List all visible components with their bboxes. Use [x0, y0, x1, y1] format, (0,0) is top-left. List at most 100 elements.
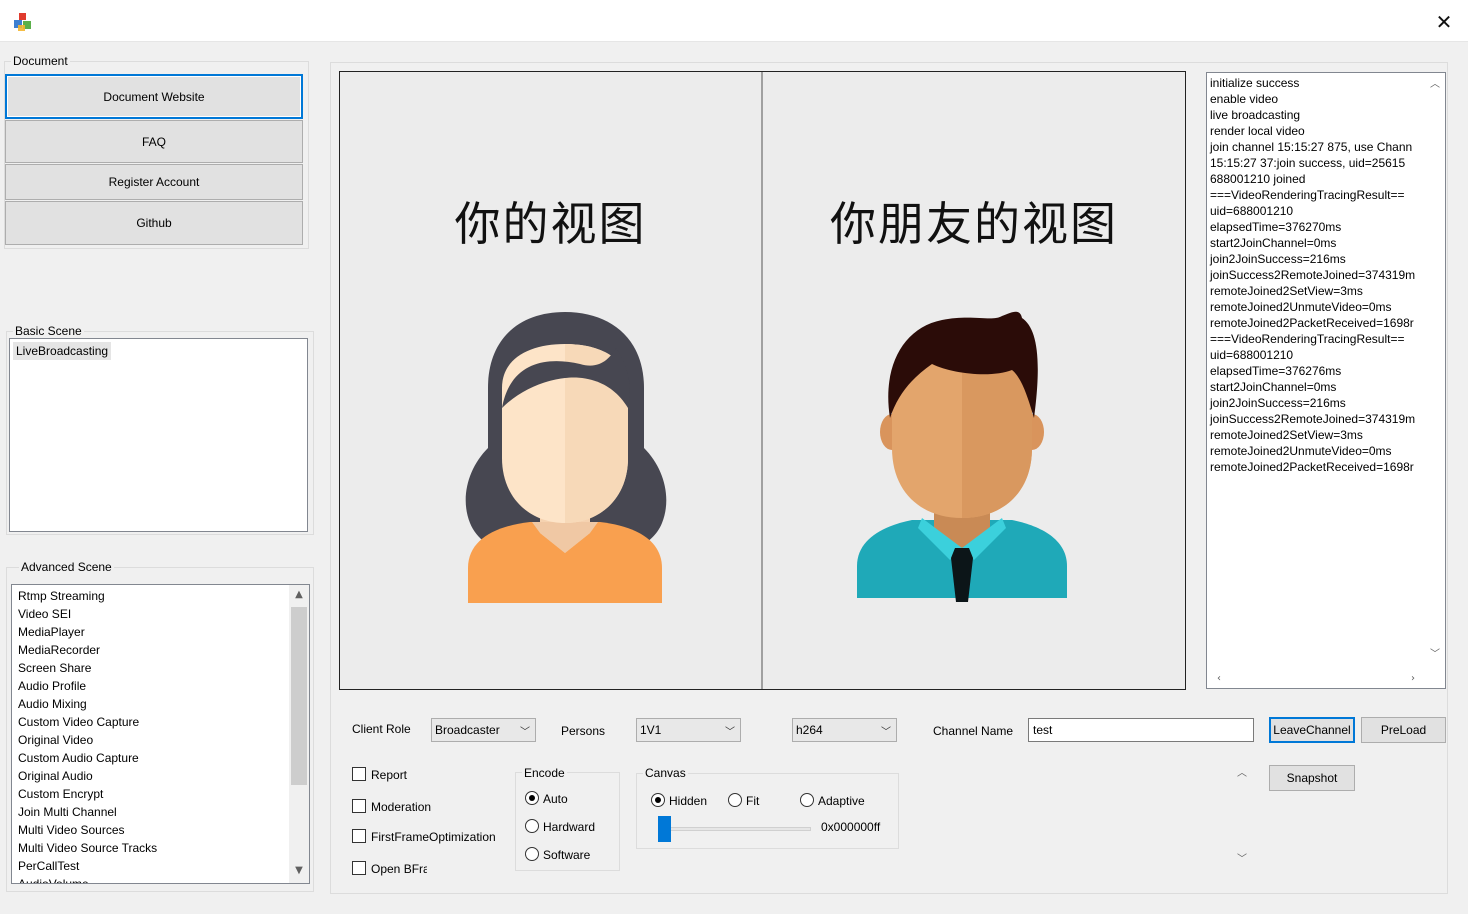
moderation-label: Moderation [371, 800, 432, 814]
woman-avatar-icon [465, 312, 667, 603]
remote-video-panel: 你朋友的视图 [763, 188, 1185, 254]
radio-button[interactable] [525, 847, 539, 861]
scroll-up-icon[interactable]: ︿ [1425, 77, 1445, 93]
list-item[interactable]: Audio Mixing [12, 695, 288, 713]
list-item[interactable]: Screen Share [12, 659, 288, 677]
list-item[interactable]: Multi Video Sources [12, 821, 288, 839]
faq-button[interactable]: FAQ [5, 120, 303, 163]
scroll-down-icon[interactable]: ▼ [289, 863, 309, 879]
codec-select[interactable]: h264 ﹀ [792, 718, 897, 742]
local-view-label: 你的视图 [454, 197, 647, 251]
remote-view-label: 你朋友的视图 [830, 197, 1118, 251]
log-line: remoteJoined2SetView=3ms [1210, 428, 1363, 442]
list-item[interactable]: Original Audio [12, 767, 288, 785]
client-role-value: Broadcaster [435, 723, 500, 737]
basic-scene-title: Basic Scene [13, 324, 84, 338]
checkbox-box[interactable] [352, 799, 366, 813]
chevron-down-icon: ﹀ [725, 727, 735, 738]
app-icon [12, 11, 34, 33]
canvas-adaptive-label: Adaptive [818, 794, 865, 808]
list-item[interactable]: Rtmp Streaming [12, 587, 288, 605]
video-divider [761, 72, 763, 689]
log-line: join2JoinSuccess=216ms [1210, 252, 1346, 266]
persons-select[interactable]: 1V1 ﹀ [636, 718, 741, 742]
log-box[interactable]: initialize success enable video live broad… [1206, 72, 1446, 689]
log-line: start2JoinChannel=0ms [1210, 380, 1337, 394]
list-item[interactable]: PerCallTest [12, 857, 288, 875]
preload-button[interactable]: PreLoad [1361, 717, 1446, 743]
log-line: initialize success [1210, 76, 1300, 90]
list-item[interactable]: Join Multi Channel [12, 803, 288, 821]
radio-button[interactable] [651, 793, 665, 807]
scroll-up-icon[interactable]: ▲ [289, 587, 309, 603]
list-item[interactable]: Custom Audio Capture [12, 749, 288, 767]
list-item[interactable]: Custom Video Capture [12, 713, 288, 731]
radio-button[interactable] [800, 793, 814, 807]
log-line: 15:15:27 37:join success, uid=25615 [1210, 156, 1406, 170]
log-vertical-scrollbar[interactable]: ︿ ﹀ [1425, 73, 1445, 669]
list-item[interactable]: Original Video [12, 731, 288, 749]
log-line: uid=688001210 [1210, 348, 1294, 362]
canvas-title: Canvas [643, 766, 688, 780]
log-line: join channel 15:15:27 875, use Chann [1210, 140, 1413, 154]
close-icon[interactable]: ✕ [1432, 10, 1456, 34]
first-frame-optimization-label: FirstFrameOptimization [371, 830, 496, 844]
log-horizontal-scrollbar[interactable]: ‹ › [1207, 669, 1425, 688]
client-role-select[interactable]: Broadcaster ﹀ [431, 718, 536, 742]
chevron-down-icon: ﹀ [520, 727, 530, 738]
log-line: joinSuccess2RemoteJoined=374319m [1210, 268, 1416, 282]
list-item[interactable]: Audio Profile [12, 677, 288, 695]
leave-channel-button[interactable]: LeaveChannel [1269, 717, 1355, 743]
advanced-scene-title: Advanced Scene [19, 560, 114, 574]
scroll-down-icon[interactable]: ﹀ [1234, 852, 1250, 868]
channel-name-label: Channel Name [933, 724, 1014, 738]
log-line: join2JoinSuccess=216ms [1210, 396, 1346, 410]
radio-button[interactable] [728, 793, 742, 807]
github-button[interactable]: Github [5, 201, 303, 245]
document-website-button[interactable]: Document Website [5, 74, 303, 119]
list-item[interactable]: MediaPlayer [12, 623, 288, 641]
snapshot-button[interactable]: Snapshot [1269, 765, 1355, 791]
scroll-down-icon[interactable]: ﹀ [1425, 647, 1445, 663]
basic-scene-list[interactable]: LiveBroadcasting [9, 338, 308, 532]
log-line: remoteJoined2UnmuteVideo=0ms [1210, 300, 1392, 314]
checkbox-box[interactable] [352, 767, 366, 781]
log-line: remoteJoined2PacketReceived=1698r [1210, 316, 1414, 330]
list-item[interactable]: LiveBroadcasting [13, 342, 112, 360]
radio-button[interactable] [525, 819, 539, 833]
open-bframe-label: Open BFra [371, 862, 427, 876]
encode-auto-label: Auto [543, 792, 568, 806]
advanced-scene-list[interactable]: Rtmp Streaming Video SEI MediaPlayer MediaR… [11, 584, 310, 884]
canvas-fit-label: Fit [746, 794, 760, 808]
log-line: start2JoinChannel=0ms [1210, 236, 1337, 250]
list-item[interactable]: MediaRecorder [12, 641, 288, 659]
channel-name-input[interactable]: test [1028, 718, 1254, 742]
log-line: 688001210 joined [1210, 172, 1306, 186]
register-account-button[interactable]: Register Account [5, 164, 303, 200]
log-line: render local video [1210, 124, 1305, 138]
log-line: joinSuccess2RemoteJoined=374319m [1210, 412, 1416, 426]
list-item[interactable]: Video SEI [12, 605, 288, 623]
scroll-left-icon[interactable]: ‹ [1211, 671, 1227, 687]
log-line: live broadcasting [1210, 108, 1301, 122]
chevron-down-icon: ﹀ [881, 727, 891, 738]
list-item[interactable]: AudioVolume [12, 875, 288, 883]
scroll-up-icon[interactable]: ︿ [1234, 766, 1250, 782]
canvas-color-slider-thumb[interactable] [658, 816, 671, 842]
canvas-color-slider-track[interactable] [658, 827, 811, 831]
list-item[interactable]: Custom Encrypt [12, 785, 288, 803]
checkbox-box[interactable] [352, 829, 366, 843]
list-item[interactable]: Multi Video Source Tracks [12, 839, 288, 857]
log-line: remoteJoined2SetView=3ms [1210, 284, 1363, 298]
codec-value: h264 [796, 723, 823, 737]
checkbox-box[interactable] [352, 861, 366, 875]
radio-button[interactable] [525, 791, 539, 805]
log-line: remoteJoined2UnmuteVideo=0ms [1210, 444, 1392, 458]
advanced-list-scrollbar[interactable]: ▲ ▼ [289, 585, 309, 883]
scroll-right-icon[interactable]: › [1405, 671, 1421, 687]
log-line: uid=688001210 [1210, 204, 1294, 218]
persons-value: 1V1 [640, 723, 662, 737]
encode-title: Encode [522, 766, 567, 780]
scroll-thumb[interactable] [291, 607, 307, 785]
client-role-label: Client Role [352, 722, 411, 736]
